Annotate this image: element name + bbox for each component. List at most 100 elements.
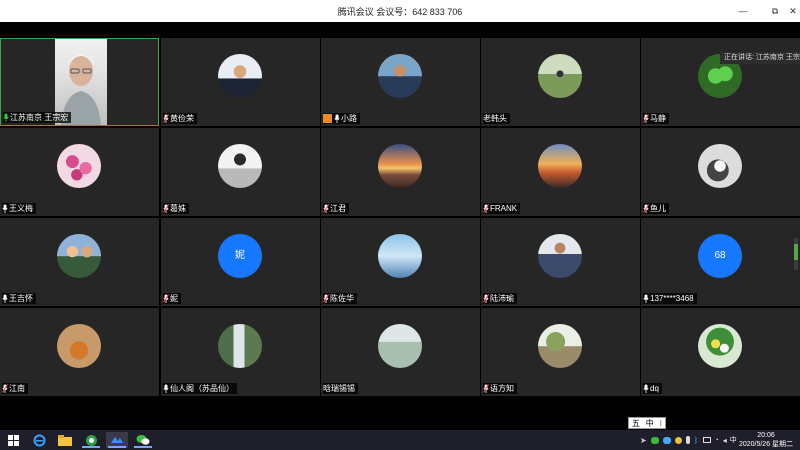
- participant-tile[interactable]: 王吉怀: [0, 218, 159, 306]
- participant-tile[interactable]: 仙人阁（苏品仙）: [161, 308, 320, 396]
- participant-avatar: 妮: [218, 234, 262, 278]
- participant-name-label: 马静: [643, 113, 669, 124]
- scrollbar-thumb[interactable]: [794, 244, 798, 260]
- participant-tile[interactable]: 江君: [321, 128, 480, 216]
- participant-tile[interactable]: 语方知: [481, 308, 640, 396]
- participant-tile[interactable]: 陈佐华: [321, 218, 480, 306]
- participant-tile[interactable]: 晗瑞锡锡: [321, 308, 480, 396]
- tencent-meeting-icon[interactable]: [106, 432, 128, 448]
- participant-name-label: 陈佐华: [323, 293, 357, 304]
- mic-muted-icon: [163, 204, 170, 213]
- grid-scrollbar[interactable]: [794, 238, 798, 270]
- participant-name: 语方知: [490, 384, 514, 393]
- mic-icon: [643, 294, 650, 303]
- mic-icon: [2, 204, 9, 213]
- participant-avatar: [378, 234, 422, 278]
- participant-name-label: 鱼儿: [643, 203, 669, 214]
- wifi-icon[interactable]: ◔: [715, 437, 719, 444]
- share-screen-icon: [323, 114, 332, 123]
- mic-muted-icon: [323, 204, 330, 213]
- wechat-tray-icon[interactable]: [650, 436, 659, 444]
- file-explorer-icon[interactable]: [54, 432, 76, 448]
- ime-language: 中: [645, 418, 654, 428]
- participant-avatar: [378, 324, 422, 368]
- participant-name: 仙人阁（苏品仙）: [170, 384, 234, 393]
- mic-muted-icon: [323, 294, 330, 303]
- mic-icon: [3, 113, 10, 122]
- participant-tile[interactable]: 小路: [321, 38, 480, 126]
- participant-tile[interactable]: 黄俭荣: [161, 38, 320, 126]
- minimize-button[interactable]: —: [732, 3, 754, 19]
- participant-avatar: [698, 144, 742, 188]
- 360-browser-icon[interactable]: [80, 432, 102, 448]
- wechat-work-tray-icon[interactable]: [662, 436, 671, 444]
- mic-muted-icon: [163, 114, 170, 123]
- clock-time: 20:06: [757, 432, 775, 439]
- participant-name: 陆沛瑜: [490, 294, 514, 303]
- participant-tile[interactable]: 陆沛瑜: [481, 218, 640, 306]
- mic-muted-icon: [483, 384, 490, 393]
- ie-icon[interactable]: [28, 432, 50, 448]
- participant-tile[interactable]: 王义梅: [0, 128, 159, 216]
- ime-indicator[interactable]: 五 中 ⁝: [628, 417, 666, 429]
- participant-avatar: [218, 324, 262, 368]
- mic-icon: [334, 114, 341, 123]
- arrow-up-icon[interactable]: ➤: [640, 436, 647, 445]
- participant-tile[interactable]: 68 137****3468: [641, 218, 800, 306]
- tray-app-icon[interactable]: [674, 436, 682, 444]
- participant-name-label: 江苏南京 王宗宏: [3, 112, 72, 123]
- windows-taskbar: ➤ ᛒ ◔ ◂ 中 20:06 2020/5/26 星期二: [0, 430, 800, 450]
- windows-start-icon[interactable]: [2, 432, 24, 448]
- participant-name-label: 葛姝: [163, 203, 189, 214]
- participant-avatar: [218, 144, 262, 188]
- mic-muted-icon: [2, 384, 9, 393]
- participant-name-label: 仙人阁（苏品仙）: [163, 383, 237, 394]
- ime-mode: 五: [631, 418, 640, 428]
- participant-name: 陈佐华: [330, 294, 354, 303]
- mic-icon: [163, 384, 170, 393]
- participant-tile[interactable]: 老韩头: [481, 38, 640, 126]
- ime-menu-icon: ⁝: [659, 418, 663, 428]
- mic-muted-icon: [643, 204, 650, 213]
- participant-tile[interactable]: 鱼儿: [641, 128, 800, 216]
- participant-avatar: [538, 144, 582, 188]
- network-icon[interactable]: [702, 437, 711, 443]
- bluetooth-icon[interactable]: ᛒ: [694, 436, 699, 445]
- restore-button[interactable]: ⧉: [764, 3, 786, 19]
- participant-avatar: [57, 234, 101, 278]
- mic-muted-icon: [483, 294, 490, 303]
- participant-name-label: dq: [643, 383, 662, 394]
- volume-icon[interactable]: ◂: [723, 436, 727, 445]
- video-grid: 江苏南京 王宗宏 黄俭荣 小路 老韩头 马静王义梅 葛姝 江君 FRANK 鱼儿王吉怀妮妮陈佐华…: [0, 38, 800, 398]
- taskbar-clock[interactable]: 20:06 2020/5/26 星期二: [736, 431, 796, 449]
- participant-name: 王义梅: [9, 204, 33, 213]
- participant-name: 葛姝: [170, 204, 186, 213]
- participant-avatar: [538, 324, 582, 368]
- microphone-tray-icon[interactable]: [685, 436, 690, 444]
- participant-tile[interactable]: dq: [641, 308, 800, 396]
- participant-tile[interactable]: 江南: [0, 308, 159, 396]
- participant-name: FRANK: [490, 204, 518, 213]
- participant-avatar: [698, 324, 742, 368]
- participant-name-label: 晗瑞锡锡: [323, 383, 358, 394]
- participant-name-label: 陆沛瑜: [483, 293, 517, 304]
- participant-avatar: 68: [698, 234, 742, 278]
- participant-name: 黄俭荣: [170, 114, 194, 123]
- participant-name-label: 小路: [323, 113, 360, 124]
- mic-muted-icon: [643, 114, 650, 123]
- close-button[interactable]: ✕: [786, 3, 800, 19]
- mic-muted-icon: [483, 204, 490, 213]
- participant-tile[interactable]: 葛姝: [161, 128, 320, 216]
- mic-muted-icon: [163, 294, 170, 303]
- participant-avatar: [378, 144, 422, 188]
- participant-tile[interactable]: FRANK: [481, 128, 640, 216]
- participant-tile[interactable]: 妮妮: [161, 218, 320, 306]
- participant-avatar: [538, 234, 582, 278]
- mic-icon: [2, 294, 9, 303]
- wechat-icon[interactable]: [132, 432, 154, 448]
- participant-name-label: FRANK: [483, 203, 521, 214]
- participant-tile[interactable]: 江苏南京 王宗宏: [0, 38, 159, 126]
- participant-name: 137****3468: [650, 294, 694, 303]
- participant-name: 江苏南京 王宗宏: [10, 113, 69, 122]
- tencent-meeting-window: 腾讯会议 会议号：642 833 706 — ⧉ ✕ 江苏南京 王宗宏 黄俭荣 小路…: [0, 0, 800, 450]
